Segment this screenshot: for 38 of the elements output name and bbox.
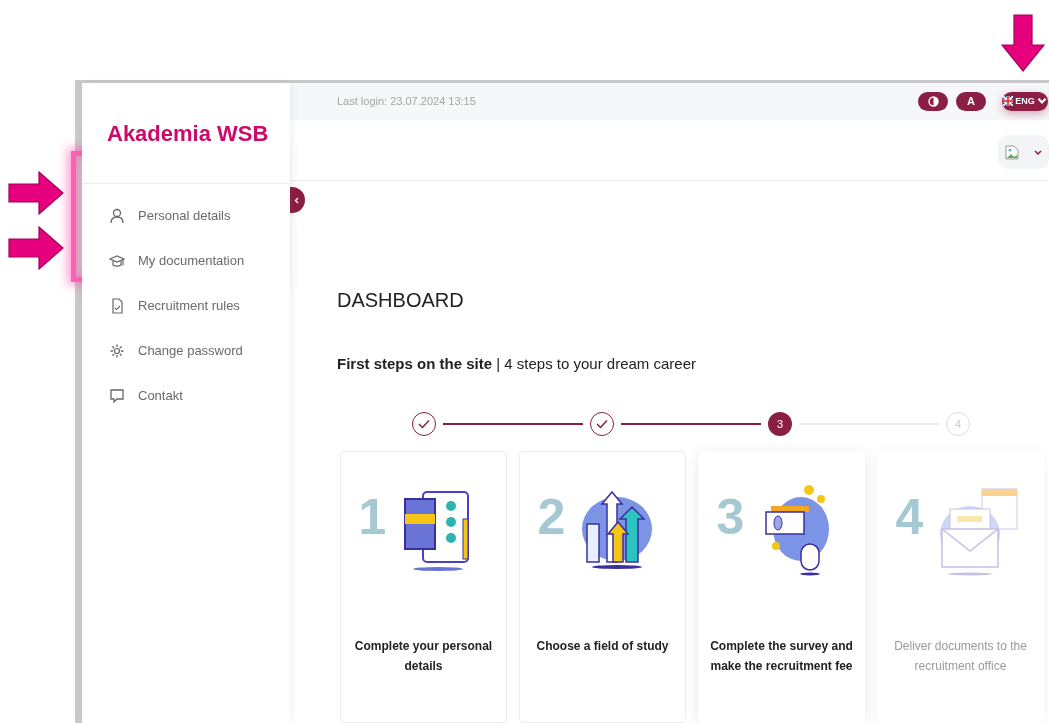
check-icon	[418, 419, 430, 429]
step-number: 3	[716, 488, 745, 546]
profile-menu-button[interactable]	[998, 135, 1049, 170]
sidebar-item[interactable]: Change password	[82, 328, 290, 373]
step-title: Choose a field of study	[535, 638, 670, 655]
font-size-button[interactable]: A	[956, 91, 986, 111]
gear-icon	[109, 342, 125, 359]
step-title: Complete the survey and make the recruitment fee	[709, 638, 854, 675]
step-card[interactable]: 3 Complete the survey and make the recruitment fee	[698, 451, 865, 723]
language-button[interactable]: ENG	[1002, 91, 1048, 111]
chevron-down-icon	[1033, 149, 1042, 155]
person-icon	[109, 207, 125, 224]
flag-icon	[1003, 96, 1014, 107]
subtitle: First steps on the site | 4 steps to your dream career	[337, 355, 698, 372]
contrast-button[interactable]	[918, 91, 948, 111]
contrast-icon	[927, 95, 939, 107]
document-icon	[109, 297, 125, 314]
sidebar-item[interactable]: Personal details	[82, 193, 290, 238]
step-card[interactable]: 4 Deliver documents to the recruitment office	[877, 451, 1044, 723]
speech-bubble-icon	[109, 387, 125, 404]
step-number: 4	[895, 488, 924, 546]
step-number: 2	[537, 488, 566, 546]
logo: Akademia WSB	[107, 121, 270, 148]
step-number: 1	[358, 488, 387, 546]
graduation-cap-icon	[109, 252, 125, 269]
step-title: Deliver documents to the recruitment office	[893, 638, 1028, 675]
broken-image-icon	[1005, 144, 1020, 160]
check-icon	[596, 419, 608, 429]
sidebar-item[interactable]: Recruitment rules	[82, 283, 290, 328]
step-card[interactable]: 1 Complete your personal details	[340, 451, 507, 723]
step-card[interactable]: 2 Choose a field of study	[519, 451, 686, 723]
chevron-left-icon	[294, 196, 299, 204]
last-login-text: Last login: 23.07.2024 13:15	[337, 95, 477, 108]
page-title: DASHBOARD	[337, 289, 465, 312]
sidebar-item[interactable]: My documentation	[82, 238, 290, 283]
sidebar-item[interactable]: Contakt	[82, 373, 290, 418]
step-title: Complete your personal details	[353, 638, 494, 675]
step-indicator: 3	[768, 412, 792, 436]
